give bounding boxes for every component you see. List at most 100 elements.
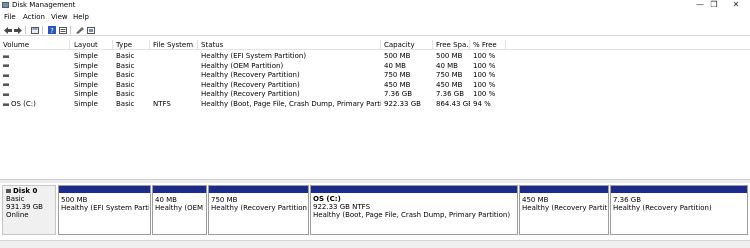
partition-status: Healthy (OEM Partition) <box>155 204 205 212</box>
table-row[interactable]: Simple Basic Healthy (Recovery Partition… <box>0 71 750 81</box>
volume-icon <box>3 64 9 68</box>
partition-size: 7.36 GB <box>613 196 642 204</box>
volume-cell <box>3 90 70 100</box>
type-cell: Basic <box>116 90 135 99</box>
column-header-percent-free[interactable]: % Free <box>470 40 506 50</box>
partition-size: 40 MB <box>155 196 177 204</box>
disk-0-title: Disk 0 <box>6 187 52 195</box>
forward-icon[interactable] <box>13 26 22 34</box>
capacity-cell: 500 MB <box>384 52 411 60</box>
layout-cell: Simple <box>74 61 98 70</box>
partition-os-c[interactable]: OS (C:) 922.33 GB NTFS Healthy (Boot, Pa… <box>310 185 518 235</box>
restore-button[interactable]: ❐ <box>708 0 720 10</box>
partition-status: Healthy (EFI System Partition) <box>61 204 149 212</box>
table-row[interactable]: Simple Basic Healthy (Recovery Partition… <box>0 81 750 91</box>
capacity-cell: 450 MB <box>384 80 411 89</box>
partition-size: 750 MB <box>211 196 238 204</box>
table-row[interactable]: Simple Basic Healthy (Recovery Partition… <box>0 90 750 100</box>
menu-view[interactable]: View <box>51 13 68 21</box>
disk-icon <box>6 189 11 193</box>
volume-icon <box>3 92 9 96</box>
rescan-icon[interactable] <box>58 26 67 34</box>
toolbar-separator <box>70 26 71 34</box>
partition-recovery-2[interactable]: 450 MB Healthy (Recovery Partition) <box>519 185 609 235</box>
free-space-cell: 450 MB <box>436 80 463 89</box>
volume-icon <box>3 73 9 77</box>
free-space-cell: 40 MB <box>436 61 458 70</box>
disk-0-info[interactable]: Disk 0 Basic 931.39 GB Online <box>2 185 56 235</box>
column-header-capacity[interactable]: Capacity <box>381 40 433 50</box>
table-row[interactable]: Simple Basic Healthy (OEM Partition) 40 … <box>0 62 750 72</box>
table-row[interactable]: Simple Basic Healthy (EFI System Partiti… <box>0 52 750 62</box>
disk-management-app-icon <box>2 2 9 8</box>
capacity-cell: 922.33 GB <box>384 100 421 108</box>
menu-bar: File Action View Help <box>0 12 750 22</box>
menu-action[interactable]: Action <box>23 13 45 21</box>
partition-oem[interactable]: 40 MB Healthy (OEM Partition) <box>152 185 207 235</box>
column-header-type[interactable]: Type <box>113 40 150 50</box>
layout-cell: Simple <box>74 52 98 60</box>
file-system-cell: NTFS <box>153 100 171 108</box>
partition-size: 922.33 GB NTFS <box>313 203 371 211</box>
partition-recovery-1[interactable]: 750 MB Healthy (Recovery Partition) <box>208 185 309 235</box>
svg-text:?: ? <box>50 27 54 34</box>
toolbar: ? <box>0 24 750 36</box>
partition-status: Healthy (Recovery Partition) <box>211 204 307 212</box>
type-cell: Basic <box>116 100 135 108</box>
menu-help[interactable]: Help <box>73 13 89 21</box>
percent-free-cell: 100 % <box>473 90 496 99</box>
menu-file[interactable]: File <box>4 13 16 21</box>
layout-cell: Simple <box>74 90 98 99</box>
free-space-cell: 750 MB <box>436 71 463 80</box>
percent-free-cell: 100 % <box>473 71 496 80</box>
volume-cell: OS (C:) <box>3 100 70 110</box>
partition-size: 450 MB <box>522 196 549 204</box>
status-cell: Healthy (Recovery Partition) <box>201 90 300 99</box>
percent-free-cell: 94 % <box>473 100 491 108</box>
type-cell: Basic <box>116 71 135 80</box>
toolbar-separator <box>25 26 26 34</box>
help-icon[interactable]: ? <box>47 26 56 34</box>
disk-map-pane: Disk 0 Basic 931.39 GB Online 500 MB Hea… <box>0 183 750 240</box>
disk-type: Basic <box>6 195 25 203</box>
partition-bar <box>153 186 206 193</box>
back-icon[interactable] <box>3 26 12 34</box>
partition-bar <box>59 186 150 193</box>
disk-list-icon[interactable] <box>86 26 95 34</box>
properties-icon[interactable] <box>30 26 39 34</box>
volume-cell <box>3 62 70 72</box>
layout-cell: Simple <box>74 100 98 108</box>
partition-bar <box>209 186 308 193</box>
percent-free-cell: 100 % <box>473 61 496 70</box>
table-row[interactable]: OS (C:) Simple Basic NTFS Healthy (Boot,… <box>0 100 750 110</box>
file-system-cell <box>153 62 198 72</box>
volume-cell <box>3 81 70 91</box>
status-cell: Healthy (EFI System Partition) <box>201 52 307 60</box>
close-button[interactable]: ✕ <box>730 0 742 10</box>
capacity-cell: 40 MB <box>384 61 406 70</box>
capacity-cell: 750 MB <box>384 71 411 80</box>
layout-cell: Simple <box>74 71 98 80</box>
column-header-volume[interactable]: Volume <box>0 40 70 50</box>
partition-size: 500 MB <box>61 196 88 204</box>
partition-label: OS (C:) <box>313 195 341 203</box>
type-cell: Basic <box>116 61 135 70</box>
disk-state: Online <box>6 211 29 219</box>
column-header-layout[interactable]: Layout <box>71 40 113 50</box>
column-header-free-space[interactable]: Free Spa... <box>433 40 470 50</box>
free-space-cell: 500 MB <box>436 52 463 60</box>
toolbar-separator <box>42 26 43 34</box>
minimize-button[interactable]: — <box>694 0 706 10</box>
column-header-status[interactable]: Status <box>198 40 381 50</box>
partition-bar <box>520 186 608 193</box>
disk-size: 931.39 GB <box>6 203 43 211</box>
partition-efi[interactable]: 500 MB Healthy (EFI System Partition) <box>58 185 151 235</box>
title-bar: Disk Management — ❐ ✕ <box>0 0 750 11</box>
column-header-file-system[interactable]: File System <box>150 40 198 50</box>
partition-recovery-3[interactable]: 7.36 GB Healthy (Recovery Partition) <box>610 185 748 235</box>
type-cell: Basic <box>116 80 135 89</box>
settings-icon[interactable] <box>75 26 84 34</box>
volume-icon <box>3 83 9 87</box>
file-system-cell <box>153 90 198 100</box>
volume-list: Volume Layout Type File System Status Ca… <box>0 40 750 178</box>
